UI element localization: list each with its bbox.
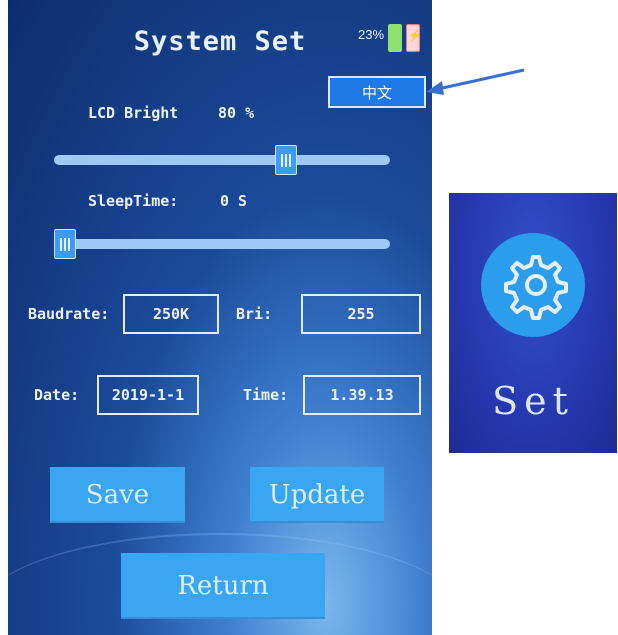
sleep-time-value: 0 S bbox=[220, 192, 248, 210]
baudrate-label: Baudrate: bbox=[28, 305, 110, 323]
set-icon-circle bbox=[481, 233, 585, 337]
language-button[interactable]: 中文 bbox=[328, 76, 426, 108]
bri-label: Bri: bbox=[236, 305, 273, 323]
lcd-bright-value: 80 % bbox=[218, 104, 255, 122]
lcd-bright-slider-thumb[interactable] bbox=[275, 145, 298, 175]
gear-icon bbox=[504, 255, 568, 320]
device-screen: System Set 23% 中文 LCD Bright 80 % SleepT… bbox=[8, 0, 432, 635]
set-app-tile[interactable]: Set bbox=[449, 193, 617, 453]
baudrate-field[interactable]: 250K bbox=[123, 294, 219, 334]
lcd-bright-label: LCD Bright bbox=[88, 104, 179, 122]
battery-icon bbox=[388, 20, 422, 54]
time-label: Time: bbox=[243, 386, 289, 404]
date-field[interactable]: 2019-1-1 bbox=[97, 375, 199, 415]
time-field[interactable]: 1.39.13 bbox=[303, 375, 421, 415]
save-button[interactable]: Save bbox=[50, 467, 185, 523]
battery-percent: 23% bbox=[358, 27, 385, 42]
lcd-bright-slider[interactable] bbox=[54, 155, 390, 165]
update-button[interactable]: Update bbox=[250, 467, 384, 523]
sleep-time-label: SleepTime: bbox=[88, 192, 179, 210]
return-button[interactable]: Return bbox=[121, 553, 325, 619]
date-label: Date: bbox=[34, 386, 80, 404]
arrow-icon bbox=[426, 68, 525, 95]
set-label: Set bbox=[492, 379, 574, 423]
sleep-time-slider[interactable] bbox=[54, 239, 390, 249]
bri-field[interactable]: 255 bbox=[301, 294, 421, 334]
sleep-time-slider-thumb[interactable] bbox=[54, 229, 76, 259]
